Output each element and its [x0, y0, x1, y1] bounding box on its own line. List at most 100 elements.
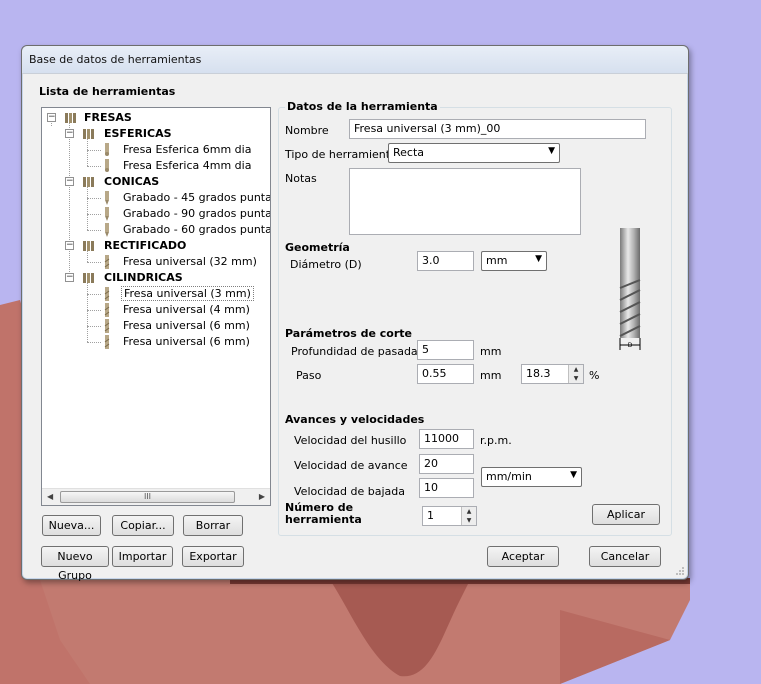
diameter-dimension-label: D: [628, 342, 633, 349]
title-bar[interactable]: Base de datos de herramientas: [22, 46, 688, 74]
tree-item-label: Fresa Esferica 4mm dia: [123, 159, 252, 172]
tree-item-label: Fresa Esferica 6mm dia: [123, 143, 252, 156]
step-input[interactable]: 0.55: [417, 364, 474, 384]
tree-item-tool-selected[interactable]: Fresa universal (3 mm): [42, 286, 270, 302]
spindle-speed-input[interactable]: 11000: [419, 429, 474, 449]
end-mill-tool-image: D: [619, 228, 641, 350]
apply-button[interactable]: Aplicar: [592, 504, 660, 525]
delete-tool-button[interactable]: Borrar: [183, 515, 243, 536]
new-tool-button[interactable]: Nueva...: [42, 515, 101, 536]
step-percent-spinner[interactable]: 18.3 ▲ ▼: [521, 364, 584, 384]
collapse-icon[interactable]: −: [65, 241, 74, 250]
tree-item-label: FRESAS: [84, 111, 132, 124]
accept-button[interactable]: Aceptar: [487, 546, 559, 567]
tree-group-esfericas[interactable]: − ESFERICAS: [42, 126, 270, 142]
tree-item-label: CILINDRICAS: [104, 271, 183, 284]
step-percent-value: 18.3: [526, 367, 551, 380]
tree-item-tool[interactable]: Fresa universal (4 mm): [42, 302, 270, 318]
tool-data-heading: Datos de la herramienta: [285, 100, 440, 113]
tree-item-label: CONICAS: [104, 175, 160, 188]
scrollbar-thumb[interactable]: III: [60, 491, 235, 503]
diameter-unit-value: mm: [486, 254, 508, 267]
plunge-rate-label: Velocidad de bajada: [294, 485, 406, 498]
tree-item-label: Fresa universal (3 mm): [121, 286, 254, 301]
tool-database-dialog: Base de datos de herramientas Lista de h…: [21, 45, 689, 582]
tree-item-tool[interactable]: Fresa Esferica 4mm dia: [42, 158, 270, 174]
cancel-button[interactable]: Cancelar: [589, 546, 661, 567]
tree-item-tool[interactable]: Grabado - 60 grados punta 0.1: [42, 222, 270, 238]
tool-group-icon: [83, 129, 94, 139]
end-mill-icon: [104, 287, 110, 301]
chevron-down-icon: ▼: [535, 254, 542, 264]
tree-item-label: Grabado - 90 grados punta 0.2: [123, 207, 271, 220]
spin-up-icon[interactable]: ▲: [461, 507, 476, 516]
v-bit-icon: [105, 223, 109, 237]
collapse-icon[interactable]: −: [65, 129, 74, 138]
rpm-label: r.p.m.: [480, 434, 512, 447]
scroll-left-icon[interactable]: ◀: [47, 492, 53, 501]
notes-textarea[interactable]: [349, 168, 581, 235]
tree-group-rectificado[interactable]: − RECTIFICADO: [42, 238, 270, 254]
spin-down-icon[interactable]: ▼: [568, 374, 583, 383]
tool-tree[interactable]: − FRESAS − ESFERICAS Fresa Esferica 6mm …: [41, 107, 271, 506]
scroll-right-icon[interactable]: ▶: [259, 492, 265, 501]
tree-item-tool[interactable]: Grabado - 90 grados punta 0.2: [42, 206, 270, 222]
chevron-down-icon: ▼: [570, 470, 577, 480]
tool-type-select[interactable]: Recta ▼: [388, 143, 560, 163]
tool-name-input[interactable]: Fresa universal (3 mm)_00: [349, 119, 646, 139]
notes-label: Notas: [285, 172, 317, 185]
collapse-icon[interactable]: −: [65, 177, 74, 186]
tree-group-cilindricas[interactable]: − CILINDRICAS: [42, 270, 270, 286]
tree-item-tool[interactable]: Fresa universal (32 mm): [42, 254, 270, 270]
tree-item-label: Fresa universal (4 mm): [123, 303, 250, 316]
diameter-input[interactable]: 3.0: [417, 251, 474, 271]
end-mill-icon: [104, 303, 110, 317]
new-group-button[interactable]: Nuevo Grupo: [41, 546, 109, 582]
rate-unit-value: mm/min: [486, 470, 532, 483]
rate-unit-select[interactable]: mm/min ▼: [481, 467, 582, 487]
tool-group-icon: [83, 177, 94, 187]
tree-item-label: Grabado - 45 grados punta 0.5: [123, 191, 271, 204]
tree-item-fresas[interactable]: − FRESAS: [42, 110, 270, 126]
tool-number-value: 1: [427, 509, 434, 522]
ball-mill-icon: [105, 159, 109, 172]
tree-horizontal-scrollbar[interactable]: ◀ III ▶: [42, 488, 270, 505]
tree-item-tool[interactable]: Grabado - 45 grados punta 0.5: [42, 190, 270, 206]
v-bit-icon: [105, 191, 109, 205]
cutting-params-heading: Parámetros de corte: [285, 327, 412, 340]
tree-item-tool[interactable]: Fresa universal (6 mm): [42, 318, 270, 334]
tree-item-tool[interactable]: Fresa Esferica 6mm dia: [42, 142, 270, 158]
tool-number-spinner[interactable]: 1 ▲ ▼: [422, 506, 477, 526]
feed-rate-input[interactable]: 20: [419, 454, 474, 474]
resize-grip-icon[interactable]: [675, 566, 685, 576]
copy-tool-button[interactable]: Copiar...: [112, 515, 174, 536]
spin-up-icon[interactable]: ▲: [568, 365, 583, 374]
tree-group-conicas[interactable]: − CONICAS: [42, 174, 270, 190]
feed-rate-label: Velocidad de avance: [294, 459, 408, 472]
end-mill-icon: [104, 319, 110, 333]
tool-type-value: Recta: [393, 146, 425, 159]
tool-type-label: Tipo de herramienta: [285, 148, 397, 161]
percent-label: %: [589, 369, 600, 382]
tool-group-icon: [65, 113, 76, 123]
tool-number-label-line: herramienta: [285, 513, 362, 526]
dialog-title: Base de datos de herramientas: [29, 53, 202, 66]
tree-item-tool[interactable]: Fresa universal (6 mm): [42, 334, 270, 350]
name-label: Nombre: [285, 124, 329, 137]
depth-input[interactable]: 5: [417, 340, 474, 360]
geometry-heading: Geometría: [285, 241, 350, 254]
ball-mill-icon: [105, 143, 109, 156]
tree-item-label: Fresa universal (32 mm): [123, 255, 257, 268]
step-label: Paso: [296, 369, 322, 382]
depth-label: Profundidad de pasada: [291, 345, 418, 358]
tree-item-label: Fresa universal (6 mm): [123, 335, 250, 348]
collapse-icon[interactable]: −: [47, 113, 56, 122]
export-button[interactable]: Exportar: [182, 546, 244, 567]
chevron-down-icon: ▼: [548, 146, 555, 156]
spin-down-icon[interactable]: ▼: [461, 516, 476, 525]
diameter-unit-select[interactable]: mm ▼: [481, 251, 547, 271]
import-button[interactable]: Importar: [112, 546, 173, 567]
tree-item-label: RECTIFICADO: [104, 239, 187, 252]
collapse-icon[interactable]: −: [65, 273, 74, 282]
plunge-rate-input[interactable]: 10: [419, 478, 474, 498]
